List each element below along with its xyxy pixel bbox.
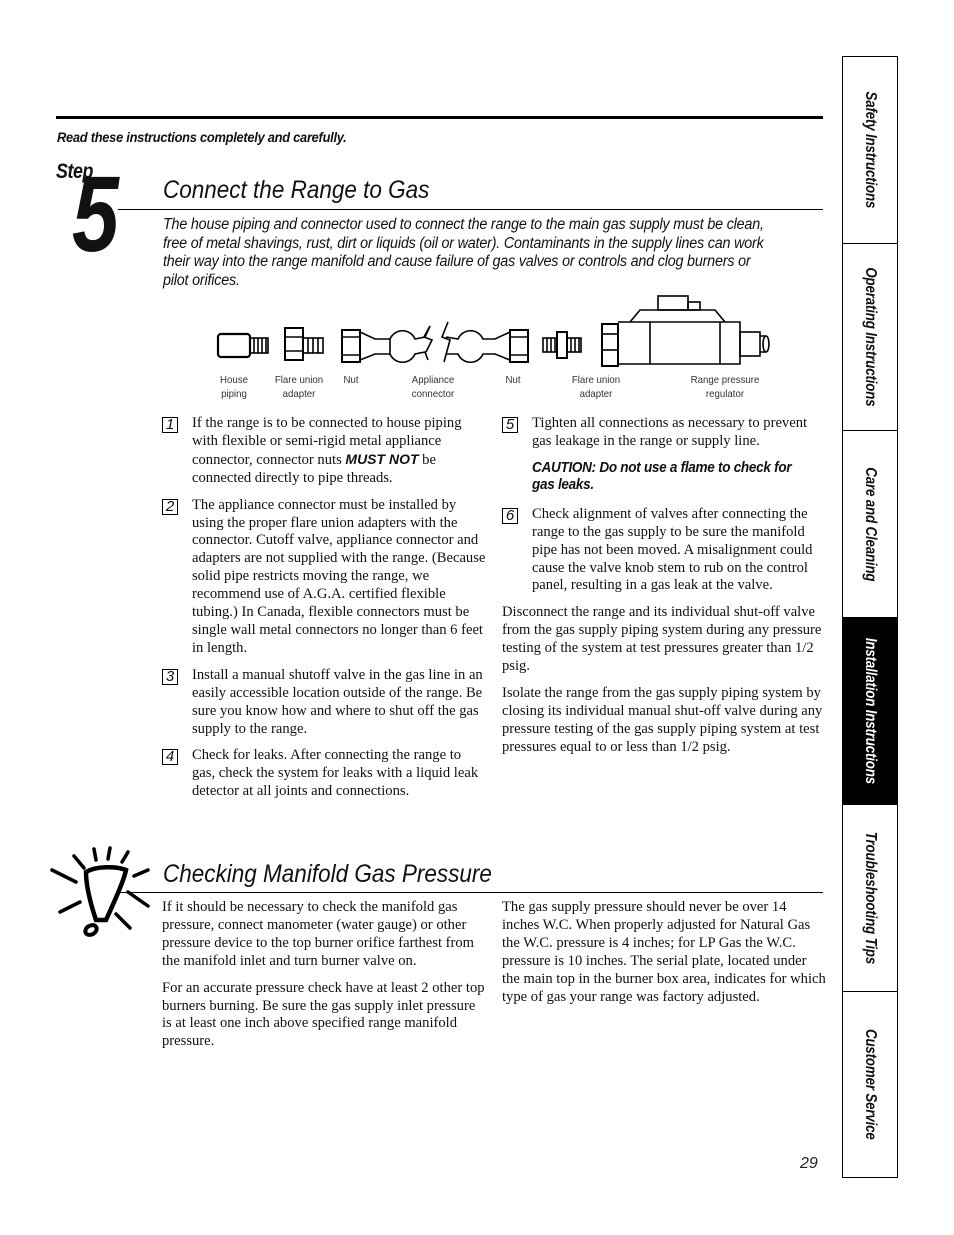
tab-installation-instructions[interactable]: Installation Instructions bbox=[843, 617, 897, 804]
part-label-range-pressure-regulator: Range pressure regulator bbox=[690, 374, 760, 400]
house-piping-icon bbox=[216, 332, 269, 359]
manifold-paragraph: If it should be necessary to check the m… bbox=[162, 899, 475, 969]
steps-left-column: 1 If the range is to be connected to hou… bbox=[162, 415, 487, 810]
part-label-nut: Nut bbox=[343, 374, 359, 386]
steps-right-column: 5 Tighten all connections as necessary t… bbox=[502, 415, 827, 766]
step-number-box: 6 bbox=[502, 507, 518, 524]
tab-troubleshooting-tips[interactable]: Troubleshooting Tips bbox=[843, 804, 897, 991]
step-item-4: 4 Check for leaks. After connecting the … bbox=[162, 747, 487, 801]
page-number: 29 bbox=[800, 1155, 818, 1172]
tab-safety-instructions[interactable]: Safety Instructions bbox=[843, 57, 897, 243]
range-pressure-regulator-icon bbox=[601, 295, 770, 367]
manifold-left-column: If it should be necessary to check the m… bbox=[162, 899, 487, 1060]
part-label-flare-union-adapter: Flare union adapter bbox=[571, 374, 621, 400]
step-item-5: 5 Tighten all connections as necessary t… bbox=[502, 415, 827, 451]
step-number-box: 2 bbox=[162, 498, 178, 515]
step-number: 5 bbox=[72, 153, 119, 274]
read-instructions-note: Read these instructions completely and c… bbox=[57, 129, 347, 145]
disconnect-paragraph: Disconnect the range and its individual … bbox=[502, 604, 822, 675]
part-label-flare-union-adapter: Flare union adapter bbox=[274, 374, 324, 400]
tab-operating-instructions[interactable]: Operating Instructions bbox=[843, 243, 897, 430]
section-tabs: Safety Instructions Operating Instructio… bbox=[842, 56, 898, 1178]
step-item-6: 6 Check alignment of valves after connec… bbox=[502, 506, 827, 596]
step-number-box: 4 bbox=[162, 749, 178, 766]
manifold-paragraph: For an accurate pressure check have at l… bbox=[162, 979, 485, 1050]
section-rule-manifold bbox=[118, 892, 823, 893]
step-number-box: 3 bbox=[162, 668, 178, 685]
part-label-appliance-connector: Appliance connector bbox=[411, 374, 455, 400]
must-not-emphasis: MUST NOT bbox=[345, 450, 419, 467]
manifold-paragraph: The gas supply pressure should never be … bbox=[502, 899, 826, 1005]
part-label-house-piping: House piping bbox=[220, 374, 248, 400]
gas-connection-diagram bbox=[216, 295, 770, 367]
step-item-1: 1 If the range is to be connected to hou… bbox=[162, 415, 487, 488]
step-item-2: 2 The appliance connector must be instal… bbox=[162, 497, 487, 658]
section-intro: The house piping and connector used to c… bbox=[163, 216, 764, 289]
step-number-box: 1 bbox=[162, 417, 178, 433]
flare-union-adapter-icon bbox=[284, 327, 324, 361]
appliance-connector-icon bbox=[341, 321, 529, 364]
section-title-manifold: Checking Manifold Gas Pressure bbox=[163, 860, 492, 888]
tab-care-and-cleaning[interactable]: Care and Cleaning bbox=[843, 430, 897, 617]
flare-union-adapter-icon bbox=[542, 331, 582, 359]
top-rule bbox=[56, 116, 823, 119]
step-number-box: 5 bbox=[502, 417, 518, 433]
isolate-paragraph: Isolate the range from the gas supply pi… bbox=[502, 684, 823, 755]
part-label-nut: Nut bbox=[505, 374, 521, 386]
section-rule-connect bbox=[118, 209, 823, 210]
manifold-right-column: The gas supply pressure should never be … bbox=[502, 899, 827, 1015]
tab-customer-service[interactable]: Customer Service bbox=[843, 991, 897, 1177]
section-title-connect: Connect the Range to Gas bbox=[163, 176, 430, 204]
step-item-3: 3 Install a manual shutoff valve in the … bbox=[162, 667, 487, 739]
caution-note: CAUTION: Do not use a flame to check for… bbox=[532, 459, 792, 493]
